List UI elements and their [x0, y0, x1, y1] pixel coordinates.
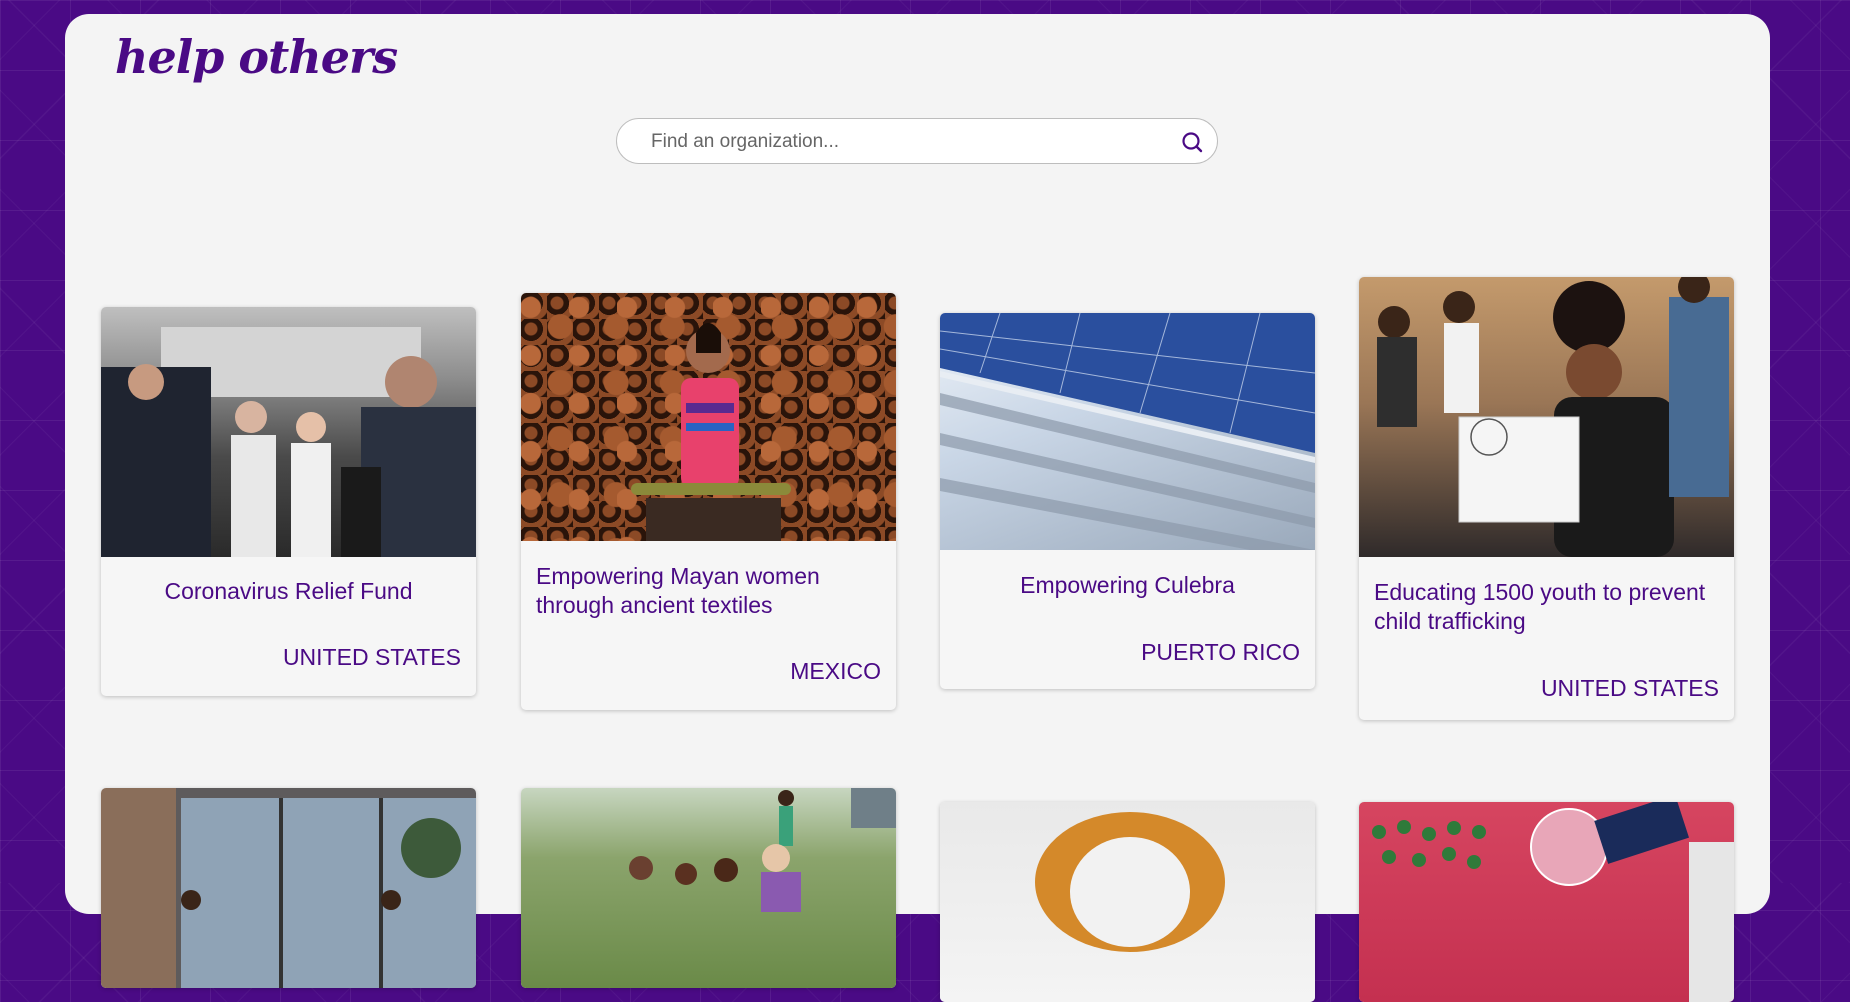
org-card[interactable] [1359, 802, 1734, 1002]
search-icon[interactable] [1181, 131, 1203, 153]
card-title: Educating 1500 youth to prevent child tr… [1374, 579, 1706, 634]
card-title: Empowering Mayan women through ancient t… [536, 563, 820, 618]
org-card[interactable]: Empowering Mayan women through ancient t… [521, 293, 896, 710]
card-title: Coronavirus Relief Fund [164, 578, 413, 604]
card-country: UNITED STATES [282, 644, 461, 670]
card-country: MEXICO [790, 658, 881, 684]
card-image [940, 313, 1315, 550]
org-card[interactable] [521, 788, 896, 988]
org-card[interactable] [101, 788, 476, 988]
card-image [521, 293, 896, 541]
card-image [521, 788, 896, 988]
card-image [1359, 802, 1734, 1002]
main-panel: help others Coronavirus Relief Fund [65, 14, 1770, 1002]
card-country: PUERTO RICO [1141, 639, 1300, 665]
org-card[interactable]: Educating 1500 youth to prevent child tr… [1359, 277, 1734, 720]
card-image [940, 802, 1315, 1002]
site-logo[interactable]: help others [115, 30, 398, 84]
card-country: UNITED STATES [1540, 675, 1719, 701]
search-bar[interactable] [616, 118, 1218, 165]
search-input[interactable] [649, 119, 1173, 165]
org-card[interactable]: Coronavirus Relief Fund UNITED STATES [101, 307, 476, 696]
card-title: Empowering Culebra [1020, 572, 1235, 598]
org-card[interactable] [940, 802, 1315, 1002]
org-card[interactable]: Empowering Culebra PUERTO RICO [940, 313, 1315, 689]
card-image [101, 307, 476, 557]
card-image [101, 788, 476, 988]
card-image [1359, 277, 1734, 557]
